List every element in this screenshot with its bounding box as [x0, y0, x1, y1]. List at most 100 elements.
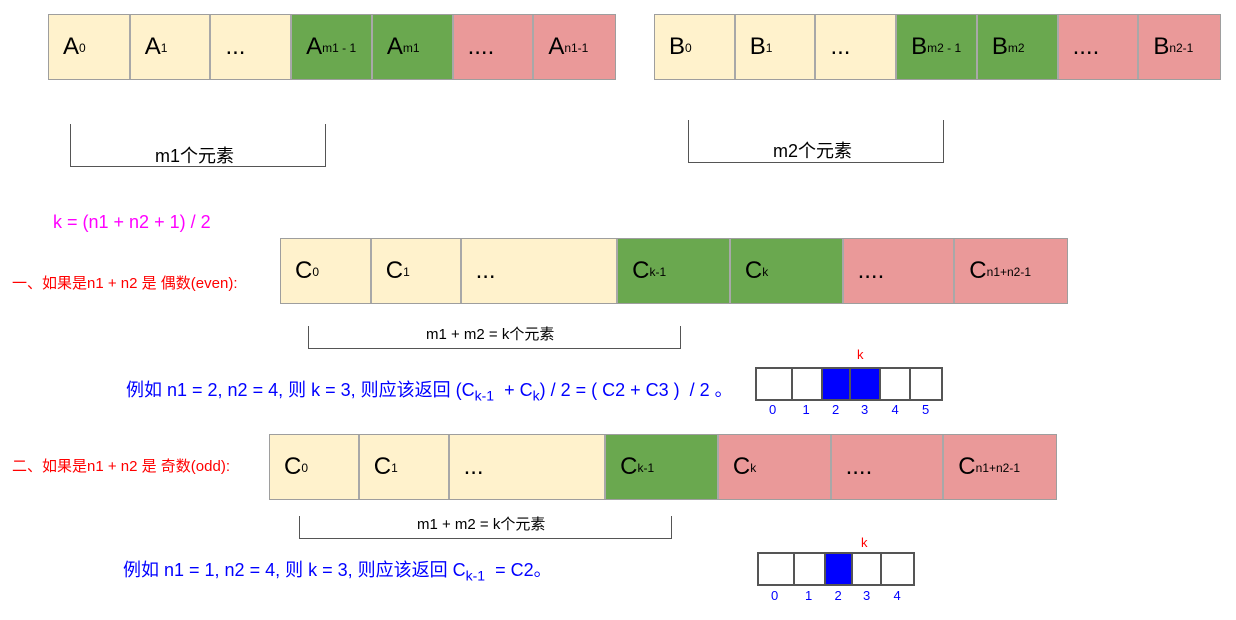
cell-label: ....: [467, 33, 495, 60]
cell-subscript: m1: [402, 41, 420, 55]
mini-cell: [759, 554, 795, 584]
odd-example-text-2: = C2。: [485, 560, 552, 580]
cell-subscript: m2 - 1: [927, 41, 962, 55]
cell-subscript: 1: [765, 41, 773, 55]
even-example-sub-1: k-1: [474, 387, 495, 404]
mini-index-label: 2: [834, 588, 842, 603]
cell-label: ...: [225, 33, 246, 60]
array-cell: ....: [843, 239, 956, 303]
even-example: 例如 n1 = 2, n2 = 4, 则 k = 3, 则应该返回 (Ck-1 …: [126, 376, 733, 404]
cell-label: C: [620, 453, 638, 480]
mini-cell: [823, 369, 851, 399]
array-a-bracket-label: m1个元素: [155, 146, 235, 166]
cell-label: B: [1153, 33, 1170, 60]
array-cell: ....: [1058, 15, 1140, 79]
cell-label: ...: [463, 453, 484, 480]
cell-label: A: [548, 33, 565, 60]
k-formula: k = (n1 + n2 + 1) / 2: [53, 212, 211, 232]
cell-label: A: [144, 33, 161, 60]
cell-subscript: n1-1: [564, 41, 589, 55]
cell-label: B: [749, 33, 766, 60]
odd-example-text-1: 例如 n1 = 1, n2 = 4, 则 k = 3, 则应该返回 C: [123, 560, 466, 580]
cell-subscript: k-1: [637, 461, 655, 475]
odd-case-label: 二、如果是n1 + n2 是 奇数(odd):: [12, 458, 230, 475]
even-example-text-3: ) / 2 = ( C2 + C3 ) / 2 。: [539, 380, 733, 400]
array-cell: A0: [49, 15, 131, 79]
odd-example-sub-1: k-1: [465, 567, 486, 584]
cell-subscript: k: [750, 461, 757, 475]
array-cell: Am1: [372, 15, 454, 79]
cell-label: A: [63, 33, 80, 60]
cell-subscript: k-1: [649, 265, 667, 279]
array-cell: ....: [831, 435, 945, 499]
array-cell: Bm2 - 1: [897, 15, 978, 79]
mini-cell: [880, 369, 912, 399]
odd-bracket-label: m1 + m2 = k个元素: [417, 516, 546, 533]
array-cell: ....: [453, 15, 535, 79]
array-cell: An1-1: [534, 15, 616, 79]
array-b: B 0 B 1... Bm2 - 1 Bm2.... Bn2-1: [654, 14, 1221, 80]
array-c-odd: C 0 C 1... Ck-1 Ck.... Cn1+n2-1: [269, 434, 1057, 500]
mini-cell: [826, 554, 853, 584]
mini-index-label: 2: [832, 402, 840, 417]
mini-index-label: 3: [861, 402, 869, 417]
mini-cell: [792, 369, 824, 399]
even-bracket-label: m1 + m2 = k个元素: [426, 326, 555, 343]
array-b-bracket-label: m2个元素: [773, 141, 853, 161]
array-cell: Cn1+n2-1: [944, 435, 1056, 499]
even-mini-array: [755, 367, 943, 401]
cell-subscript: m1 - 1: [322, 41, 357, 55]
cell-subscript: 1: [391, 461, 398, 475]
array-cell: Ck-1: [618, 239, 731, 303]
array-a: A 0 A 1... Am1 - 1 Am1.... An1-1: [48, 14, 616, 80]
diagram: A 0 A 1... Am1 - 1 Am1.... An1-1 B 0 B 1... Bm2 - …: [0, 0, 1236, 620]
cell-subscript: 0: [312, 265, 320, 279]
cell-subscript: n1+n2-1: [986, 265, 1032, 279]
cell-label: B: [911, 33, 928, 60]
cell-label: C: [373, 453, 392, 480]
even-example-sub-2: k: [532, 387, 540, 404]
cell-label: B: [991, 33, 1008, 60]
cell-label: ....: [1072, 33, 1100, 60]
array-c-even: C 0 C 1... Ck-1 Ck.... Cn1+n2-1: [280, 238, 1068, 304]
array-cell: A1: [130, 15, 212, 79]
mini-index-label: 0: [771, 588, 779, 603]
cell-label: ....: [845, 453, 873, 480]
mini-index-label: 0: [769, 402, 777, 417]
mini-cell: [911, 369, 941, 399]
cell-subscript: 1: [403, 265, 410, 279]
array-cell: Am1 - 1: [292, 15, 373, 79]
array-cell: ...: [461, 239, 619, 303]
array-cell: C1: [371, 239, 462, 303]
even-mini-k-label: k: [857, 347, 864, 362]
even-example-text-1: 例如 n1 = 2, n2 = 4, 则 k = 3, 则应该返回 (C: [126, 380, 475, 400]
mini-cell: [794, 554, 827, 584]
array-cell: Cn1+n2-1: [955, 239, 1067, 303]
cell-subscript: m2: [1007, 41, 1025, 55]
array-cell: Ck: [718, 435, 832, 499]
mini-index-label: 5: [922, 402, 930, 417]
array-cell: ...: [211, 15, 293, 79]
odd-mini-k-label: k: [861, 535, 868, 550]
cell-label: C: [732, 453, 751, 480]
cell-label: A: [386, 33, 403, 60]
mini-cell: [852, 554, 883, 584]
mini-index-label: 1: [805, 588, 813, 603]
cell-subscript: 0: [685, 41, 692, 55]
cell-subscript: n1+n2-1: [975, 461, 1021, 475]
array-cell: ...: [449, 435, 607, 499]
odd-example: 例如 n1 = 1, n2 = 4, 则 k = 3, 则应该返回 Ck-1 =…: [123, 556, 552, 584]
mini-index-label: 1: [802, 402, 810, 417]
array-cell: Ck-1: [606, 435, 719, 499]
mini-index-label: 4: [893, 588, 901, 603]
array-cell: C0: [281, 239, 372, 303]
cell-subscript: n2-1: [1169, 41, 1194, 55]
cell-label: C: [632, 257, 650, 284]
cell-label: C: [958, 453, 976, 480]
odd-mini-array: [757, 552, 915, 586]
array-cell: C0: [270, 435, 360, 499]
cell-label: ....: [857, 257, 885, 284]
cell-subscript: 1: [160, 41, 168, 55]
cell-label: C: [969, 257, 987, 284]
mini-cell: [757, 369, 793, 399]
